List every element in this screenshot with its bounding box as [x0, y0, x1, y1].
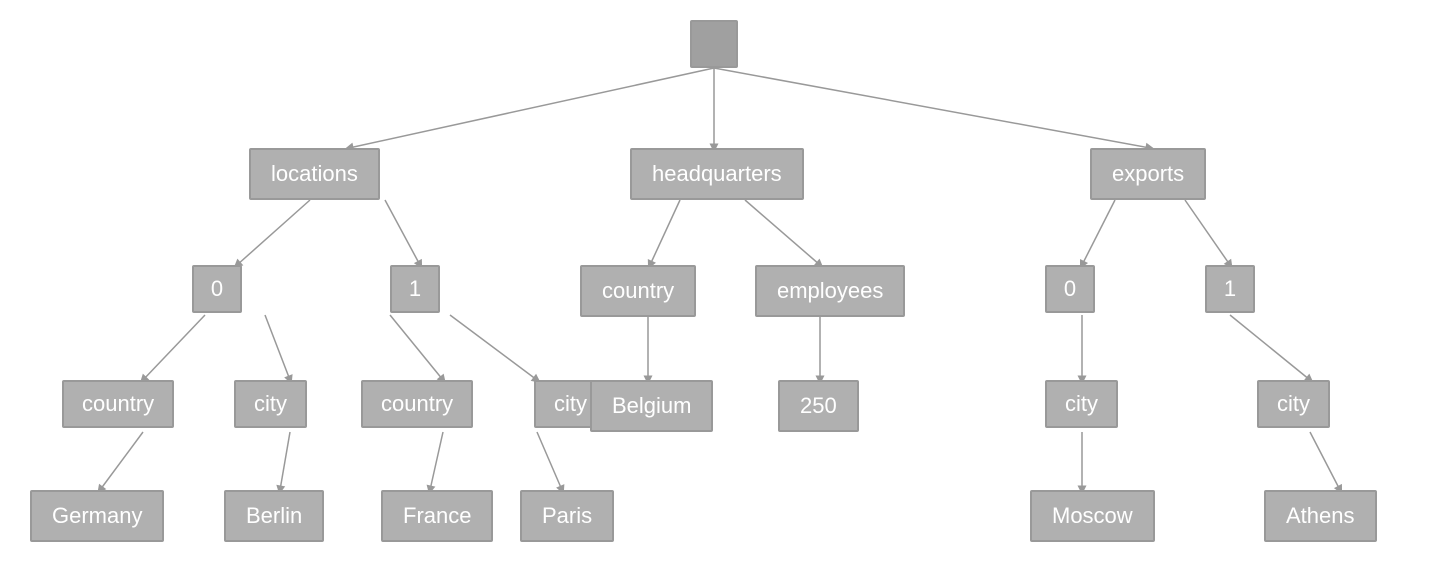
exp-1-node: 1 [1205, 265, 1255, 313]
hq-belgium-node: Belgium [590, 380, 713, 432]
loc-1-node: 1 [390, 265, 440, 313]
germany-node: Germany [30, 490, 164, 542]
locations-node: locations [249, 148, 380, 200]
hq-250-node: 250 [778, 380, 859, 432]
tree-diagram: locations headquarters exports 0 1 count… [0, 0, 1429, 564]
moscow-node: Moscow [1030, 490, 1155, 542]
athens-node: Athens [1264, 490, 1377, 542]
headquarters-node: headquarters [630, 148, 804, 200]
root-node [690, 20, 738, 68]
france-node: France [381, 490, 493, 542]
loc0-city-node: city [234, 380, 307, 428]
paris-node: Paris [520, 490, 614, 542]
hq-employees-node: employees [755, 265, 905, 317]
loc1-country-node: country [361, 380, 473, 428]
exp0-city-node: city [1045, 380, 1118, 428]
exp1-city-node: city [1257, 380, 1330, 428]
berlin-node: Berlin [224, 490, 324, 542]
loc0-country-node: country [62, 380, 174, 428]
loc-0-node: 0 [192, 265, 242, 313]
exp-0-node: 0 [1045, 265, 1095, 313]
exports-node: exports [1090, 148, 1206, 200]
hq-country-node: country [580, 265, 696, 317]
